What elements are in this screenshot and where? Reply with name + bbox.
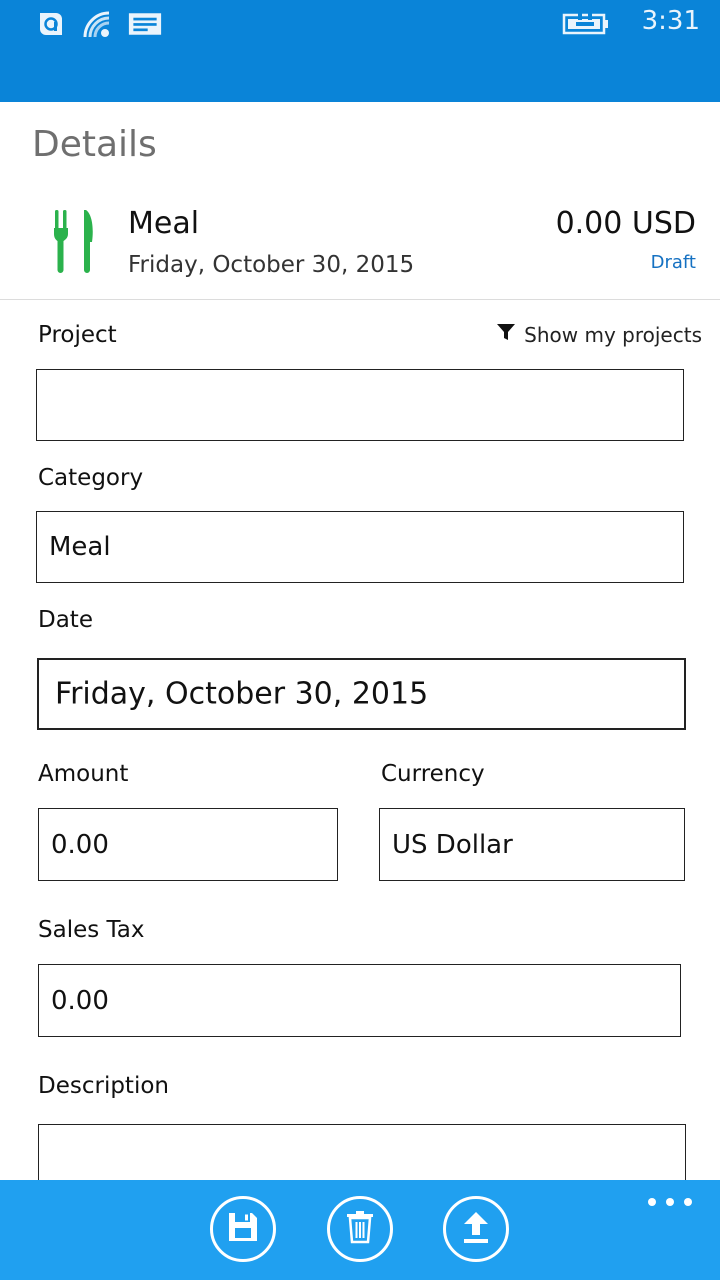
page-title: Details xyxy=(32,124,157,165)
more-button[interactable] xyxy=(648,1192,692,1212)
more-dot xyxy=(648,1198,656,1206)
date-field[interactable]: Friday, October 30, 2015 xyxy=(37,658,686,730)
project-field[interactable] xyxy=(36,369,684,441)
category-value: Meal xyxy=(49,532,111,562)
save-button[interactable] xyxy=(210,1196,276,1262)
fork-knife-icon xyxy=(52,208,96,274)
status-icons xyxy=(32,10,162,38)
description-label: Description xyxy=(38,1073,169,1099)
expense-summary: Meal Friday, October 30, 2015 0.00 USD D… xyxy=(0,190,720,300)
upload-icon xyxy=(459,1209,493,1249)
category-label: Category xyxy=(38,465,144,491)
currency-label: Currency xyxy=(381,761,485,787)
delete-icon xyxy=(345,1210,375,1248)
battery-charging-icon xyxy=(562,10,610,38)
more-dot xyxy=(684,1198,692,1206)
status-bar: 3:31 xyxy=(0,0,720,102)
upload-button[interactable] xyxy=(443,1196,509,1262)
currency-field[interactable]: US Dollar xyxy=(379,808,685,881)
filter-icon xyxy=(496,322,516,347)
wifi-icon xyxy=(80,10,114,38)
data-sense-icon xyxy=(32,10,66,38)
currency-value: US Dollar xyxy=(392,829,513,860)
amount-field[interactable]: 0.00 xyxy=(38,808,338,881)
amount-label: Amount xyxy=(38,761,129,787)
status-clock: 3:31 xyxy=(641,6,700,36)
more-dot xyxy=(666,1198,674,1206)
show-my-projects-button[interactable]: Show my projects xyxy=(496,322,702,347)
expense-title: Meal xyxy=(128,206,200,241)
sales-tax-label: Sales Tax xyxy=(38,917,145,943)
app-bar xyxy=(0,1180,720,1280)
sales-tax-field[interactable]: 0.00 xyxy=(38,964,681,1037)
project-label: Project xyxy=(38,322,117,348)
amount-value: 0.00 xyxy=(51,829,109,860)
message-icon xyxy=(128,10,162,38)
date-label: Date xyxy=(38,607,93,633)
date-value: Friday, October 30, 2015 xyxy=(55,676,429,712)
expense-amount: 0.00 USD xyxy=(555,206,696,241)
delete-button[interactable] xyxy=(327,1196,393,1262)
sales-tax-value: 0.00 xyxy=(51,985,109,1016)
status-badge: Draft xyxy=(650,252,696,273)
expense-date: Friday, October 30, 2015 xyxy=(128,252,415,278)
show-my-projects-label: Show my projects xyxy=(524,322,702,347)
save-icon xyxy=(226,1210,260,1248)
category-field[interactable]: Meal xyxy=(36,511,684,583)
